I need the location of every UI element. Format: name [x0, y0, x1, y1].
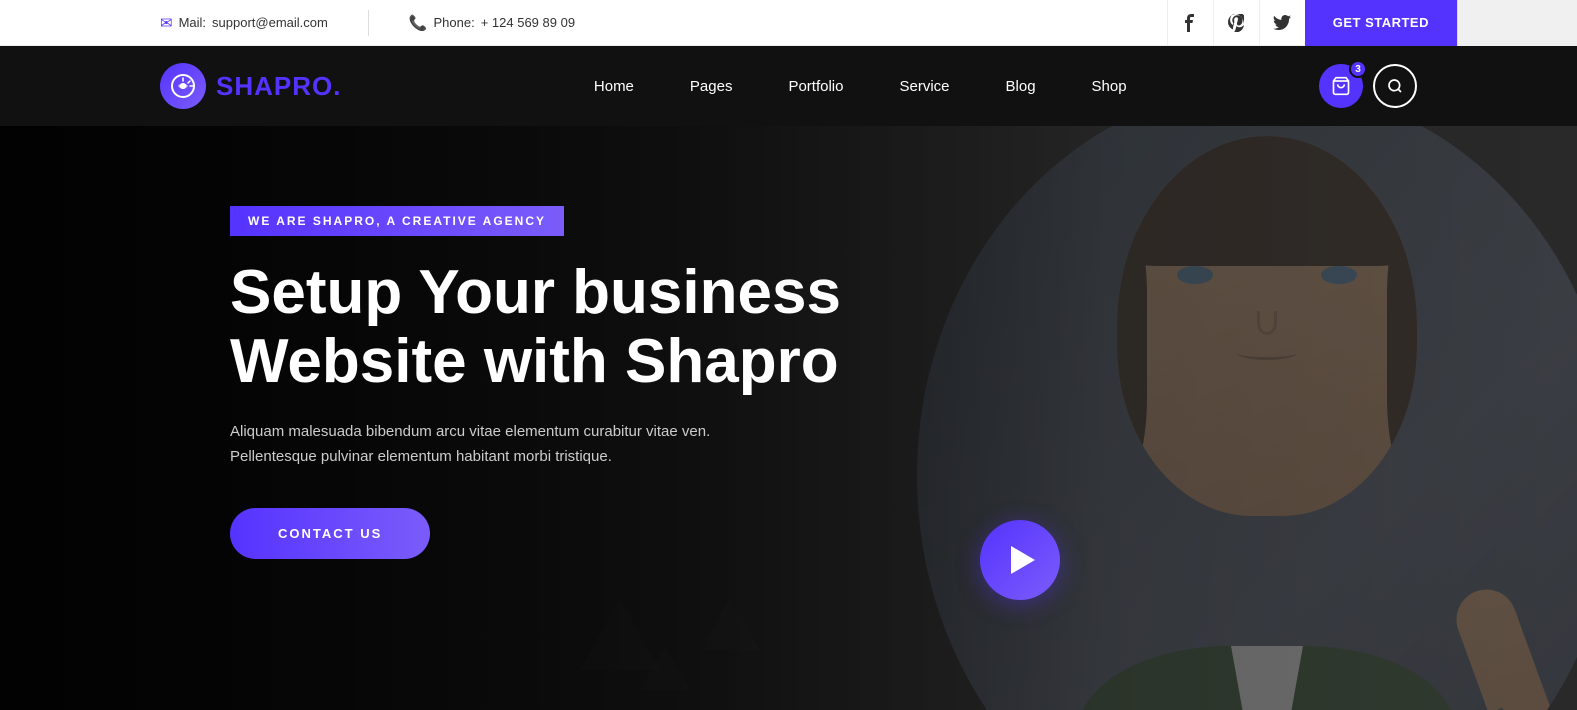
nav-home[interactable]: Home: [566, 46, 662, 126]
nav-portfolio[interactable]: Portfolio: [760, 46, 871, 126]
phone-number: + 124 569 89 09: [481, 15, 575, 30]
nav-blog[interactable]: Blog: [978, 46, 1064, 126]
logo[interactable]: SHAPRO.: [160, 63, 341, 109]
phone-icon: 📞: [409, 14, 428, 32]
nav-links: Home Pages Portfolio Service Blog Shop: [401, 46, 1319, 126]
hero-content: WE ARE SHAPRO, A CREATIVE AGENCY Setup Y…: [0, 126, 1577, 559]
hero-description: Aliquam malesuada bibendum arcu vitae el…: [230, 419, 770, 470]
hero-section: WE ARE SHAPRO, A CREATIVE AGENCY Setup Y…: [0, 126, 1577, 710]
nav-actions: 3: [1319, 64, 1417, 108]
mail-contact: ✉ Mail: support@email.com: [160, 14, 328, 32]
navbar: SHAPRO. Home Pages Portfolio Service Blo…: [0, 46, 1577, 126]
search-button[interactable]: [1373, 64, 1417, 108]
topbar-divider: [368, 10, 369, 36]
social-links: GET STARTED: [1167, 0, 1577, 46]
hero-tag: WE ARE SHAPRO, A CREATIVE AGENCY: [230, 206, 564, 236]
mail-icon: ✉: [160, 14, 173, 32]
pinterest-icon[interactable]: [1213, 0, 1259, 46]
nav-service[interactable]: Service: [871, 46, 977, 126]
play-icon: [1011, 546, 1035, 574]
get-started-button[interactable]: GET STARTED: [1305, 0, 1457, 46]
twitter-icon[interactable]: [1259, 0, 1305, 46]
cart-button[interactable]: 3: [1319, 64, 1363, 108]
facebook-icon[interactable]: [1167, 0, 1213, 46]
nav-shop[interactable]: Shop: [1064, 46, 1155, 126]
logo-icon: [160, 63, 206, 109]
play-button[interactable]: [980, 520, 1060, 600]
hero-title: Setup Your business Website with Shapro: [230, 258, 930, 397]
phone-label: Phone:: [434, 15, 475, 30]
logo-text: SHAPRO.: [216, 71, 341, 102]
phone-contact: 📞 Phone: + 124 569 89 09: [409, 14, 575, 32]
topbar: ✉ Mail: support@email.com 📞 Phone: + 124…: [0, 0, 1577, 46]
cart-badge: 3: [1349, 60, 1367, 78]
contact-us-button[interactable]: CONTACT US: [230, 508, 430, 559]
nav-pages[interactable]: Pages: [662, 46, 761, 126]
topbar-extra-space: [1457, 0, 1577, 46]
mail-address: support@email.com: [212, 15, 328, 30]
mail-label: Mail:: [179, 15, 206, 30]
